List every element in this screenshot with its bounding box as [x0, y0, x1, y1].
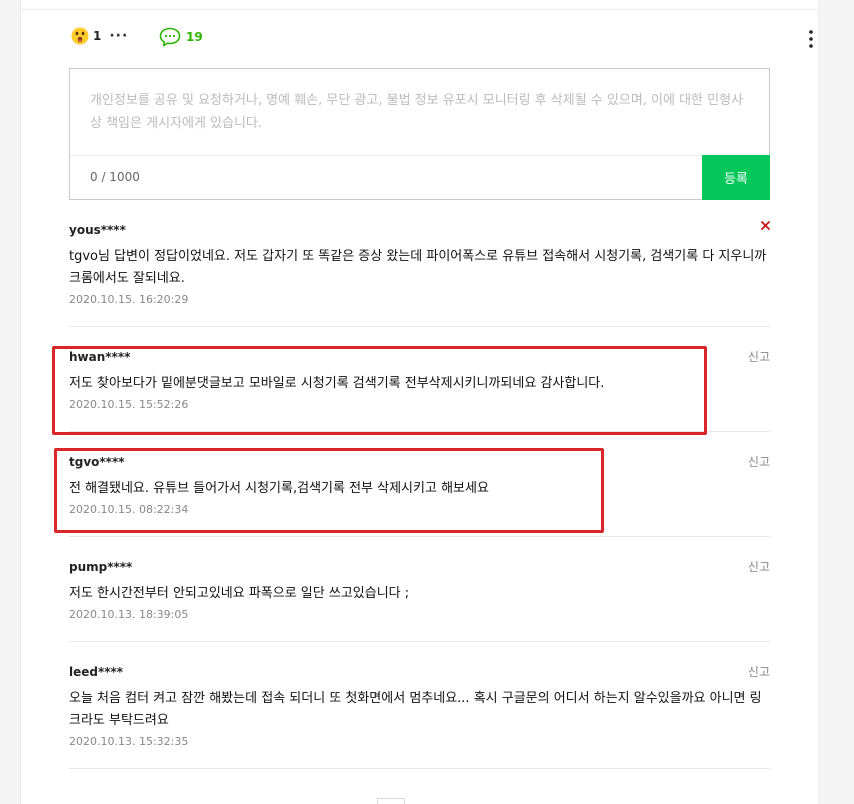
highlight-box [52, 346, 707, 435]
report-button[interactable]: 신고 [748, 558, 770, 575]
emoji-reaction-count: 1 [93, 29, 102, 43]
kebab-menu-icon[interactable] [808, 29, 814, 49]
surprised-face-icon [71, 27, 89, 45]
report-button[interactable]: 신고 [748, 348, 770, 365]
emoji-reaction-button[interactable]: 1 ··· [71, 27, 128, 45]
more-reactions-button[interactable]: ··· [109, 29, 128, 43]
comment-date: 2020.10.13. 18:39:05 [69, 608, 189, 621]
pagination-button[interactable] [377, 798, 405, 804]
report-button[interactable]: 신고 [748, 453, 770, 470]
comment-item: pump**** 저도 한시간전부터 안되고있네요 파폭으로 일단 쓰고있습니다… [69, 537, 770, 642]
comment-count: 19 [186, 30, 203, 44]
comment-author[interactable]: leed**** [69, 664, 770, 680]
highlight-box [54, 448, 604, 533]
comment-author[interactable]: yous**** [69, 222, 770, 238]
comment-item: leed**** 오늘 처음 컴터 켜고 잠깐 해봤는데 접속 되더니 또 첫화… [69, 642, 770, 769]
comment-body: tgvo님 답변이 정답이었네요. 저도 갑자기 또 똑같은 증상 왔는데 파이… [69, 249, 767, 286]
comment-author[interactable]: pump**** [69, 559, 770, 575]
delete-icon[interactable] [761, 221, 770, 230]
comment-input[interactable] [70, 69, 769, 155]
char-counter: 0 / 1000 [90, 170, 140, 184]
reaction-bar: 1 ··· 19 [71, 27, 813, 53]
comment-editor: 0 / 1000 등록 [69, 68, 770, 200]
comment-body: 오늘 처음 컴터 켜고 잠깐 해봤는데 접속 되더니 또 첫화면에서 멈추네요.… [69, 691, 762, 728]
speech-bubble-icon [159, 27, 181, 47]
comment-date: 2020.10.15. 16:20:29 [69, 293, 189, 306]
comment-date: 2020.10.13. 15:32:35 [69, 735, 189, 748]
top-divider [21, 9, 818, 10]
editor-footer: 0 / 1000 등록 [70, 155, 770, 200]
submit-button[interactable]: 등록 [702, 155, 770, 200]
comment-item: yous**** tgvo님 답변이 정답이었네요. 저도 갑자기 또 똑같은 … [69, 200, 770, 327]
comment-count-button[interactable]: 19 [159, 27, 203, 47]
report-button[interactable]: 신고 [748, 663, 770, 680]
comment-body: 저도 한시간전부터 안되고있네요 파폭으로 일단 쓰고있습니다 ; [69, 586, 410, 601]
